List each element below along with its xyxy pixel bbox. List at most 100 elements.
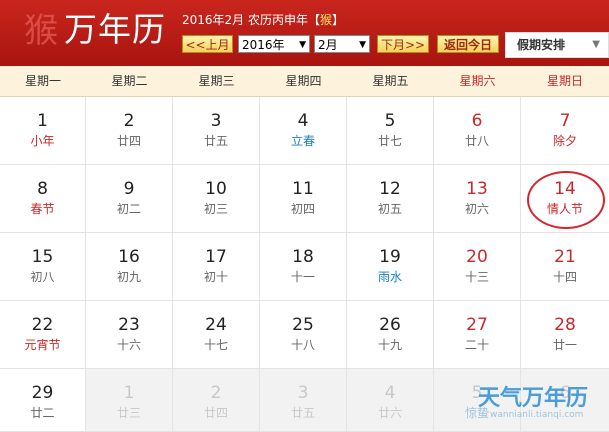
day-number: 4 (384, 383, 396, 403)
day-number: 22 (31, 315, 54, 335)
day-number: 1 (123, 383, 135, 403)
calendar-app: 猴 万年历 2016年2月 农历丙申年【猴】 <<上月 2016年 ▼ 2月 ▼… (0, 0, 609, 432)
day-number: 7 (559, 111, 571, 131)
lunar-date-label: 十一 (290, 270, 315, 284)
day-cell[interactable]: 3 廿五 (173, 97, 260, 165)
day-cell-next-month[interactable]: 2 廿四 (173, 369, 260, 432)
day-number: 13 (466, 179, 488, 199)
holiday-schedule-dropdown[interactable]: 假期安排 ▼ (505, 32, 609, 58)
day-cell[interactable]: 10 初三 (173, 165, 260, 233)
day-cell[interactable]: 24 十七 (173, 301, 260, 369)
day-number: 2 (210, 383, 222, 403)
lunar-date-label: 十七 (203, 338, 228, 352)
day-cell[interactable]: 1 小年 (0, 97, 86, 165)
day-number: 16 (118, 247, 140, 267)
day-number: 25 (292, 315, 314, 335)
day-cell[interactable]: 18 十一 (260, 233, 347, 301)
day-number: 18 (292, 247, 314, 267)
lunar-date-label: 初九 (116, 270, 141, 284)
chevron-down-icon: ▼ (592, 39, 600, 50)
day-number: 5 (384, 111, 396, 131)
day-cell-next-month[interactable]: 3 廿五 (260, 369, 347, 432)
day-cell[interactable]: 29 廿二 (0, 369, 86, 432)
zodiac-label: 猴 (320, 13, 333, 27)
day-cell-next-month[interactable]: 1 廿三 (86, 369, 173, 432)
festival-label: 元宵节 (24, 338, 61, 352)
day-number: 6 (471, 111, 483, 131)
lunar-date-label: 二十 (464, 338, 489, 352)
day-cell[interactable]: 4 立春 (260, 97, 347, 165)
lunar-date-label: 廿五 (203, 134, 228, 148)
day-cell[interactable]: 6 廿八 (434, 97, 521, 165)
back-to-today-button[interactable]: 返回今日 (437, 35, 499, 53)
day-cell[interactable]: 9 初二 (86, 165, 173, 233)
day-cell[interactable]: 5 廿七 (347, 97, 434, 165)
day-cell[interactable]: 27 二十 (434, 301, 521, 369)
lunar-date-label: 十八 (290, 338, 315, 352)
lunar-date-label: 廿七 (377, 134, 402, 148)
weekday-label: 星期六 (459, 74, 496, 88)
weekday-label: 星期日 (546, 74, 583, 88)
day-number: 3 (297, 383, 309, 403)
lunar-date-label: 十九 (377, 338, 402, 352)
lunar-date-label: 初二 (116, 202, 141, 216)
lunar-date-label: 初八 (30, 270, 55, 284)
prev-month-button[interactable]: <<上月 (182, 35, 233, 53)
weekday-label: 星期一 (24, 74, 61, 88)
lunar-date-label: 廿四 (116, 134, 141, 148)
day-cell[interactable]: 19 雨水 (347, 233, 434, 301)
festival-label: 除夕 (552, 134, 577, 148)
lunar-date-label: 十三 (464, 270, 489, 284)
day-number: 17 (205, 247, 227, 267)
day-number: 10 (205, 179, 227, 199)
lunar-date-label: 廿五 (290, 406, 315, 420)
day-cell[interactable]: 26 十九 (347, 301, 434, 369)
day-cell[interactable]: 15 初八 (0, 233, 86, 301)
lunar-date-label: 廿四 (203, 406, 228, 420)
month-select[interactable]: 2月 ▼ (314, 35, 370, 53)
day-cell[interactable]: 2 廿四 (86, 97, 173, 165)
day-number: 26 (379, 315, 401, 335)
day-cell[interactable]: 22 元宵节 (0, 301, 86, 369)
festival-label: 小年 (30, 134, 55, 148)
lunar-year-text: 农历丙申年【 (248, 13, 321, 27)
day-number: 8 (37, 179, 48, 199)
day-number: 29 (31, 383, 54, 403)
year-select[interactable]: 2016年 ▼ (238, 35, 310, 53)
day-cell[interactable]: 8 春节 (0, 165, 86, 233)
lunar-date-label: 初四 (290, 202, 315, 216)
day-cell-next-month[interactable]: 4 廿六 (347, 369, 434, 432)
next-month-button[interactable]: 下月>> (377, 35, 429, 53)
header-bar: 猴 万年历 2016年2月 农历丙申年【猴】 <<上月 2016年 ▼ 2月 ▼… (0, 0, 609, 66)
lunar-date-label: 廿八 (464, 134, 489, 148)
day-number: 20 (466, 247, 488, 267)
monkey-logo-icon: 猴 (24, 11, 58, 51)
solar-term-label: 雨水 (377, 270, 402, 284)
day-cell[interactable]: 20 十三 (434, 233, 521, 301)
day-cell[interactable]: 12 初五 (347, 165, 434, 233)
day-number: 9 (123, 179, 135, 199)
day-cell[interactable]: 13 初六 (434, 165, 521, 233)
chevron-down-icon: ▼ (299, 40, 306, 50)
day-cell[interactable]: 23 十六 (86, 301, 173, 369)
watermark-url: wannianli.tianqi.com (490, 410, 584, 420)
day-cell[interactable]: 11 初四 (260, 165, 347, 233)
day-number: 21 (554, 247, 576, 267)
highlight-circle (527, 171, 605, 229)
day-number: 19 (379, 247, 401, 267)
day-cell[interactable]: 16 初九 (86, 233, 173, 301)
day-number: 15 (31, 247, 54, 267)
day-cell[interactable]: 17 初十 (173, 233, 260, 301)
day-cell[interactable]: 25 十八 (260, 301, 347, 369)
day-cell[interactable]: 28 廿一 (521, 301, 609, 369)
lunar-date-label: 初十 (203, 270, 228, 284)
day-number: 24 (205, 315, 227, 335)
watermark-title: 天气万年历 (478, 386, 589, 411)
day-number: 12 (379, 179, 401, 199)
day-cell[interactable]: 21 十四 (521, 233, 609, 301)
holiday-schedule-label: 假期安排 (517, 38, 566, 52)
year-select-value: 2016年 (242, 38, 285, 52)
solar-date: 2016年2月 (182, 13, 245, 27)
day-cell[interactable]: 7 除夕 (521, 97, 609, 165)
day-number: 11 (292, 179, 314, 199)
